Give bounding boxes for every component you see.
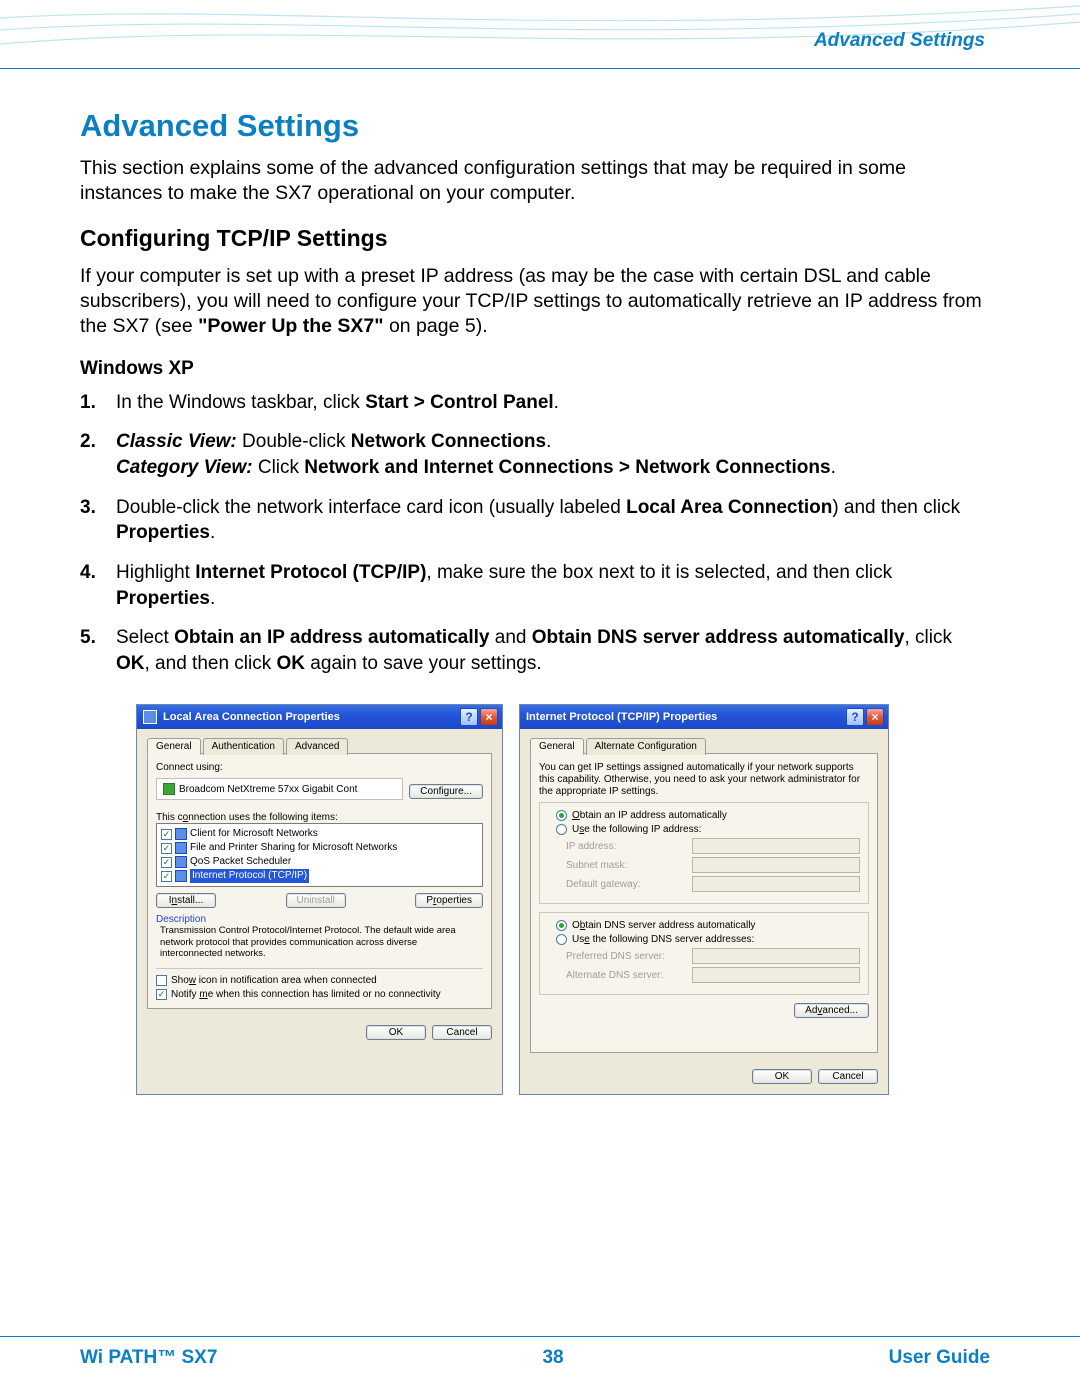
radio-obtain-ip[interactable]: Obtain an IP address automatically bbox=[556, 810, 860, 821]
tab-general[interactable]: General bbox=[530, 738, 584, 755]
figure-row: Local Area Connection Properties ? × Gen… bbox=[80, 704, 990, 1095]
component-icon bbox=[175, 828, 187, 840]
checkbox-icon[interactable]: ✓ bbox=[161, 829, 172, 840]
configure-button[interactable]: Configure... bbox=[409, 784, 483, 799]
intro-paragraph: This section explains some of the advanc… bbox=[80, 156, 990, 207]
field-mask: Subnet mask: bbox=[566, 857, 860, 873]
help-button[interactable]: ? bbox=[460, 708, 478, 726]
ok-button[interactable]: OK bbox=[366, 1025, 426, 1040]
gateway-input bbox=[692, 876, 860, 892]
footer-rule bbox=[0, 1336, 1080, 1337]
components-list[interactable]: ✓Client for Microsoft Networks ✓File and… bbox=[156, 823, 483, 887]
product-name: Wi PATH™ SX7 bbox=[80, 1347, 217, 1369]
steps-list: 1. In the Windows taskbar, click Start >… bbox=[80, 390, 990, 677]
show-icon-checkbox[interactable]: Show icon in notification area when conn… bbox=[156, 975, 483, 986]
guide-label: User Guide bbox=[889, 1347, 990, 1369]
component-icon bbox=[175, 856, 187, 868]
nic-icon bbox=[163, 783, 175, 795]
running-header: Advanced Settings bbox=[814, 30, 985, 52]
field-pdns: Preferred DNS server: bbox=[566, 948, 860, 964]
close-button[interactable]: × bbox=[866, 708, 884, 726]
dns-group: Obtain DNS server address automatically … bbox=[539, 912, 869, 995]
step-number: 2. bbox=[80, 429, 96, 455]
header-rule bbox=[0, 68, 1080, 69]
ok-button[interactable]: OK bbox=[752, 1069, 812, 1084]
ip-input bbox=[692, 838, 860, 854]
step-number: 1. bbox=[80, 390, 96, 416]
dialog-lac-properties: Local Area Connection Properties ? × Gen… bbox=[136, 704, 503, 1095]
ip-group: Obtain an IP address automatically Use t… bbox=[539, 802, 869, 904]
field-gateway: Default gateway: bbox=[566, 876, 860, 892]
list-item[interactable]: ✓File and Printer Sharing for Microsoft … bbox=[161, 841, 478, 855]
advanced-button[interactable]: Advanced... bbox=[794, 1003, 869, 1018]
notify-checkbox[interactable]: ✓ Notify me when this connection has lim… bbox=[156, 989, 483, 1000]
os-heading: Windows XP bbox=[80, 358, 990, 380]
tab-general[interactable]: General bbox=[147, 738, 201, 755]
component-icon bbox=[175, 870, 187, 882]
step-5: 5. Select Obtain an IP address automatic… bbox=[108, 625, 990, 676]
tab-authentication[interactable]: Authentication bbox=[203, 738, 284, 755]
step-1: 1. In the Windows taskbar, click Start >… bbox=[108, 390, 990, 416]
mask-input bbox=[692, 857, 860, 873]
window-icon bbox=[143, 710, 157, 724]
section-intro-ref: "Power Up the SX7" bbox=[198, 315, 383, 337]
page-footer: Wi PATH™ SX7 38 User Guide bbox=[80, 1347, 990, 1369]
uninstall-button[interactable]: Uninstall bbox=[286, 893, 346, 908]
adapter-box: Broadcom NetXtreme 57xx Gigabit Cont bbox=[156, 778, 403, 800]
close-button[interactable]: × bbox=[480, 708, 498, 726]
list-item[interactable]: ✓Client for Microsoft Networks bbox=[161, 827, 478, 841]
radio-icon[interactable] bbox=[556, 934, 567, 945]
component-icon bbox=[175, 842, 187, 854]
description-heading: Description bbox=[156, 914, 483, 925]
radio-icon[interactable] bbox=[556, 824, 567, 835]
field-ip: IP address: bbox=[566, 838, 860, 854]
list-item[interactable]: ✓QoS Packet Scheduler bbox=[161, 855, 478, 869]
step-4: 4. Highlight Internet Protocol (TCP/IP),… bbox=[108, 560, 990, 611]
page-title: Advanced Settings bbox=[80, 108, 990, 144]
cancel-button[interactable]: Cancel bbox=[818, 1069, 878, 1084]
checkbox-icon[interactable]: ✓ bbox=[161, 871, 172, 882]
titlebar[interactable]: Internet Protocol (TCP/IP) Properties ? … bbox=[520, 705, 888, 729]
window-title: Local Area Connection Properties bbox=[163, 711, 458, 723]
items-label: This connection uses the following items… bbox=[156, 812, 483, 823]
help-button[interactable]: ? bbox=[846, 708, 864, 726]
description-body: Transmission Control Protocol/Internet P… bbox=[156, 925, 483, 959]
checkbox-icon[interactable] bbox=[156, 975, 167, 986]
checkbox-icon[interactable]: ✓ bbox=[161, 857, 172, 868]
window-title: Internet Protocol (TCP/IP) Properties bbox=[526, 711, 844, 723]
info-text: You can get IP settings assigned automat… bbox=[539, 762, 869, 798]
radio-icon[interactable] bbox=[556, 810, 567, 821]
section-intro-post: on page 5). bbox=[384, 315, 488, 337]
page-number: 38 bbox=[542, 1347, 563, 1369]
install-button[interactable]: Install... bbox=[156, 893, 216, 908]
field-adns: Alternate DNS server: bbox=[566, 967, 860, 983]
checkbox-icon[interactable]: ✓ bbox=[156, 989, 167, 1000]
step-3: 3. Double-click the network interface ca… bbox=[108, 495, 990, 546]
tab-alternate[interactable]: Alternate Configuration bbox=[586, 738, 706, 755]
dialog-tcpip-properties: Internet Protocol (TCP/IP) Properties ? … bbox=[519, 704, 889, 1095]
radio-icon[interactable] bbox=[556, 920, 567, 931]
adapter-name: Broadcom NetXtreme 57xx Gigabit Cont bbox=[179, 784, 357, 795]
step-number: 3. bbox=[80, 495, 96, 521]
section-intro: If your computer is set up with a preset… bbox=[80, 264, 990, 340]
list-item-selected[interactable]: ✓Internet Protocol (TCP/IP) bbox=[161, 869, 478, 883]
step-number: 5. bbox=[80, 625, 96, 651]
tabstrip: General Alternate Configuration bbox=[530, 737, 878, 754]
connect-using-label: Connect using: bbox=[156, 762, 483, 773]
radio-use-dns[interactable]: Use the following DNS server addresses: bbox=[556, 934, 860, 945]
tabstrip: General Authentication Advanced bbox=[147, 737, 492, 754]
titlebar[interactable]: Local Area Connection Properties ? × bbox=[137, 705, 502, 729]
radio-use-ip[interactable]: Use the following IP address: bbox=[556, 824, 860, 835]
adns-input bbox=[692, 967, 860, 983]
section-heading: Configuring TCP/IP Settings bbox=[80, 225, 990, 252]
cancel-button[interactable]: Cancel bbox=[432, 1025, 492, 1040]
checkbox-icon[interactable]: ✓ bbox=[161, 843, 172, 854]
step-2: 2. Classic View: Double-click Network Co… bbox=[108, 429, 990, 480]
properties-button[interactable]: Properties bbox=[415, 893, 483, 908]
tab-advanced[interactable]: Advanced bbox=[286, 738, 348, 755]
radio-obtain-dns[interactable]: Obtain DNS server address automatically bbox=[556, 920, 860, 931]
pdns-input bbox=[692, 948, 860, 964]
step-number: 4. bbox=[80, 560, 96, 586]
